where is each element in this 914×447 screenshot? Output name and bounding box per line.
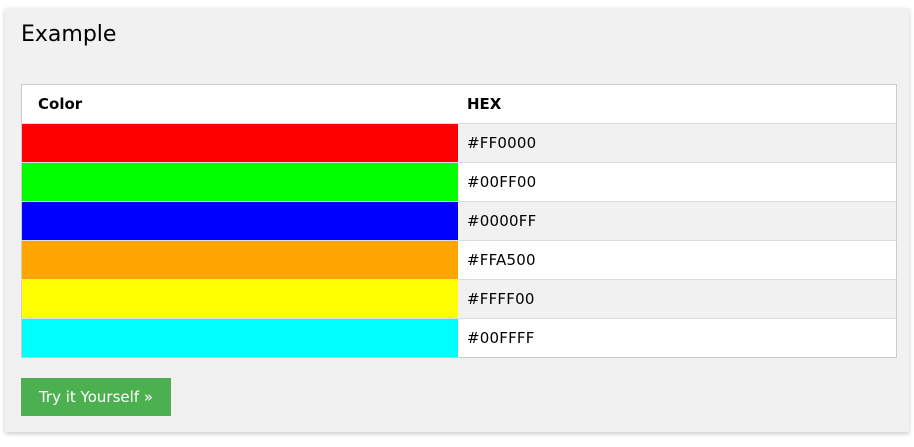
try-it-yourself-button[interactable]: Try it Yourself »	[21, 378, 171, 416]
table-header-row: Color HEX	[21, 84, 897, 124]
header-hex: HEX	[458, 84, 897, 124]
table-row: #FFA500	[21, 240, 897, 280]
example-title: Example	[21, 22, 117, 47]
hex-value: #FF0000	[458, 123, 897, 163]
example-panel: Example Color HEX #FF0000 #00FF00 #0000F…	[5, 8, 909, 432]
color-swatch	[21, 318, 458, 358]
table-row: #00FF00	[21, 162, 897, 202]
color-swatch	[21, 162, 458, 202]
color-swatch	[21, 279, 458, 319]
color-swatch	[21, 240, 458, 280]
color-swatch	[21, 123, 458, 163]
table-row: #0000FF	[21, 201, 897, 241]
hex-value: #FFFF00	[458, 279, 897, 319]
hex-value: #00FF00	[458, 162, 897, 202]
hex-value: #00FFFF	[458, 318, 897, 358]
table-row: #00FFFF	[21, 318, 897, 358]
hex-value: #0000FF	[458, 201, 897, 241]
color-table: Color HEX #FF0000 #00FF00 #0000FF #FFA50…	[21, 84, 897, 358]
table-row: #FFFF00	[21, 279, 897, 319]
table-row: #FF0000	[21, 123, 897, 163]
color-swatch	[21, 201, 458, 241]
hex-value: #FFA500	[458, 240, 897, 280]
header-color: Color	[21, 84, 458, 124]
